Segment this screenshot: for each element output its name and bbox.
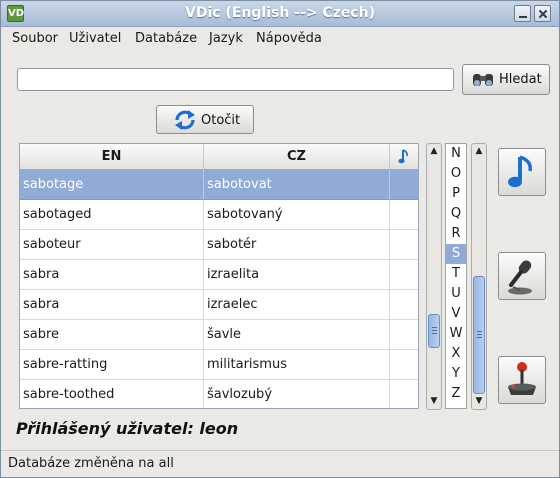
cell-sound[interactable]: [390, 170, 418, 199]
music-note-icon: [508, 155, 532, 188]
status-message: Databáze změněna na all: [8, 456, 174, 471]
letter-item[interactable]: T: [446, 264, 466, 284]
letter-item[interactable]: V: [446, 304, 466, 324]
play-sound-button[interactable]: [498, 148, 546, 196]
letter-item[interactable]: N: [446, 144, 466, 164]
cell-sound[interactable]: [390, 230, 418, 259]
letter-index-list: NOPQRSTUVWXYZ: [445, 143, 467, 409]
search-button[interactable]: Hledat: [462, 64, 550, 95]
letter-item[interactable]: X: [446, 344, 466, 364]
logged-user-label: Přihlášený uživatel: leon: [16, 419, 239, 438]
menu-jazyk[interactable]: Jazyk: [209, 31, 243, 46]
minimize-button[interactable]: [514, 5, 531, 22]
letter-item[interactable]: Q: [446, 204, 466, 224]
cell-cz: sabotovaný: [204, 200, 390, 229]
menu-soubor[interactable]: Soubor: [12, 31, 58, 46]
table-row[interactable]: sabotaged sabotovaný: [20, 200, 418, 230]
music-note-icon: [398, 149, 408, 164]
column-header-en[interactable]: EN: [20, 144, 204, 170]
game-button[interactable]: [498, 356, 546, 404]
table-row[interactable]: sabre-toothed šavlozubý: [20, 380, 418, 408]
search-input[interactable]: [17, 68, 454, 91]
cell-cz: militarismus: [204, 350, 390, 379]
rotate-button[interactable]: Otočit: [156, 105, 254, 134]
cell-en: sabra: [20, 260, 204, 289]
rotate-button-label: Otočit: [201, 113, 241, 128]
menu-databaze[interactable]: Databáze: [135, 31, 197, 46]
binoculars-icon: [473, 74, 493, 86]
cell-en: sabotage: [20, 170, 204, 199]
window-title: VDic (English --> Czech): [185, 5, 375, 21]
letter-item[interactable]: W: [446, 324, 466, 344]
letter-scrollbar-thumb[interactable]: [473, 276, 485, 394]
letter-item[interactable]: R: [446, 224, 466, 244]
menu-bar: Soubor Uživatel Databáze Jazyk Nápověda: [1, 28, 559, 50]
table-row[interactable]: sabra izraelec: [20, 290, 418, 320]
table-scrollbar[interactable]: ▲ ▼: [426, 143, 442, 410]
letter-item[interactable]: P: [446, 184, 466, 204]
table-scrollbar-thumb[interactable]: [428, 314, 440, 348]
close-button[interactable]: [534, 5, 551, 22]
letter-item[interactable]: O: [446, 164, 466, 184]
cell-sound[interactable]: [390, 380, 418, 408]
cell-sound[interactable]: [390, 350, 418, 379]
letter-item[interactable]: S: [446, 244, 466, 264]
table-header: EN CZ: [20, 144, 418, 170]
cell-cz: šavle: [204, 320, 390, 349]
letter-scroll-down-arrow[interactable]: ▼: [472, 394, 486, 409]
search-button-label: Hledat: [499, 72, 542, 87]
cell-en: sabre-ratting: [20, 350, 204, 379]
table-row[interactable]: sabre šavle: [20, 320, 418, 350]
scroll-up-arrow[interactable]: ▲: [427, 144, 441, 159]
cell-cz: sabotér: [204, 230, 390, 259]
app-window: VD VDic (English --> Czech) Soubor Uživa…: [0, 0, 560, 478]
status-bar: Databáze změněna na all: [1, 450, 559, 477]
table-row[interactable]: sabra izraelita: [20, 260, 418, 290]
title-bar[interactable]: VD VDic (English --> Czech): [1, 1, 559, 27]
record-button[interactable]: [498, 252, 546, 300]
cell-en: sabre-toothed: [20, 380, 204, 408]
column-header-sound[interactable]: [390, 144, 418, 170]
menu-uzivatel[interactable]: Uživatel: [69, 31, 121, 46]
cell-sound[interactable]: [390, 260, 418, 289]
cell-en: sabre: [20, 320, 204, 349]
letter-item[interactable]: Y: [446, 364, 466, 384]
cell-sound[interactable]: [390, 290, 418, 319]
cell-cz: sabotovat: [204, 170, 390, 199]
cell-cz: izraelec: [204, 290, 390, 319]
cell-cz: izraelita: [204, 260, 390, 289]
letter-scroll-up-arrow[interactable]: ▲: [472, 144, 486, 159]
column-header-cz[interactable]: CZ: [204, 144, 390, 170]
table-row[interactable]: saboteur sabotér: [20, 230, 418, 260]
translation-table: EN CZ sabotage sabotovat sabotaged sabotova…: [19, 143, 419, 409]
cell-en: sabotaged: [20, 200, 204, 229]
joystick-icon: [508, 362, 536, 395]
cell-en: saboteur: [20, 230, 204, 259]
cell-en: sabra: [20, 290, 204, 319]
letter-item[interactable]: Z: [446, 384, 466, 404]
cell-cz: šavlozubý: [204, 380, 390, 408]
cell-sound[interactable]: [390, 200, 418, 229]
rotate-arrows-icon: [175, 110, 195, 130]
cell-sound[interactable]: [390, 320, 418, 349]
letter-scrollbar[interactable]: ▲ ▼: [471, 143, 487, 410]
scroll-down-arrow[interactable]: ▼: [427, 394, 441, 409]
menu-napoveda[interactable]: Nápověda: [256, 31, 322, 46]
table-row[interactable]: sabotage sabotovat: [20, 170, 418, 200]
letter-item[interactable]: U: [446, 284, 466, 304]
table-row[interactable]: sabre-ratting militarismus: [20, 350, 418, 380]
microphone-icon: [508, 260, 532, 295]
